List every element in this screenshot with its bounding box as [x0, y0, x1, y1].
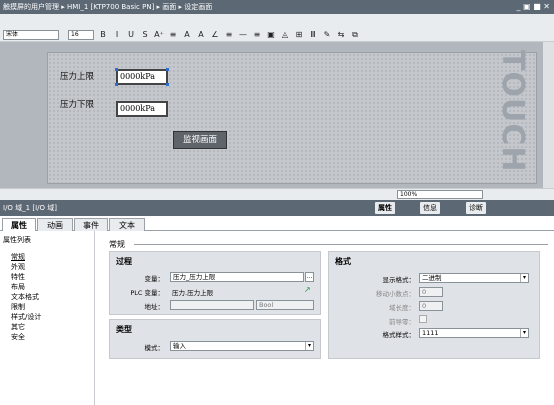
- sidebar-item-security[interactable]: 安全: [11, 332, 25, 342]
- tab-properties[interactable]: 属性: [2, 218, 36, 231]
- property-list-header: 属性列表: [3, 236, 31, 244]
- property-list-sidebar: 属性列表 常规 外观 特性 布局 文本格式 限制 样式/设计 其它 安全: [0, 231, 95, 405]
- toolbar-button[interactable]: U: [126, 29, 136, 41]
- toolbar-button[interactable]: ≡: [224, 29, 234, 41]
- toolbar-strip: [0, 14, 554, 28]
- mode-label: 模式：: [144, 344, 165, 352]
- decimals-label: 移动小数点：: [376, 290, 415, 298]
- title-bar: 触摸屏的用户管理 ▸ HMI_1 [KTP700 Basic PN] ▸ 画面 …: [0, 0, 554, 14]
- variable-label: 变量：: [144, 275, 165, 283]
- chevron-down-icon[interactable]: ▾: [520, 274, 528, 282]
- address-field: [170, 300, 254, 310]
- chevron-down-icon[interactable]: ▾: [520, 329, 528, 337]
- chevron-down-icon[interactable]: ▾: [305, 342, 313, 350]
- section-divider: [134, 244, 548, 245]
- decimals-field: 0: [419, 287, 443, 297]
- toolbar-button[interactable]: ⊞: [294, 29, 304, 41]
- display-format-select[interactable]: 二进制 ▾: [419, 273, 529, 283]
- toolbar-button[interactable]: ✎: [322, 29, 332, 41]
- length-field: 0: [419, 301, 443, 311]
- zoom-select[interactable]: 100%: [397, 190, 483, 199]
- selection-handle[interactable]: [115, 68, 118, 71]
- toolbar-button[interactable]: ∠: [210, 29, 220, 41]
- toolbar-button[interactable]: B: [98, 29, 108, 41]
- toolbar-button[interactable]: ⇆: [336, 29, 346, 41]
- toolbar-button[interactable]: ≡: [252, 29, 262, 41]
- mode-value: 输入: [173, 342, 186, 350]
- tab-animation[interactable]: 动画: [37, 218, 73, 231]
- sidebar-item-text-format[interactable]: 文本格式: [11, 292, 39, 302]
- plc-variable-label: PLC 变量：: [130, 289, 164, 297]
- section-title: 常规: [109, 240, 125, 249]
- sidebar-item-layout[interactable]: 布局: [11, 282, 25, 292]
- type-group: [109, 319, 321, 359]
- format-pattern-label: 格式样式：: [382, 331, 416, 339]
- format-toolbar: 宋体 16 B I U S A⁺ ≡ A A ∠ ≡ — ≡ ▣ ◬ ⊞ Ⅲ ✎ ⇆ ⧉: [0, 28, 554, 42]
- io-field-lower-value: 0000kPa: [120, 104, 155, 113]
- selection-handle[interactable]: [166, 83, 169, 86]
- sidebar-item-styles[interactable]: 样式/设计: [11, 312, 41, 322]
- toolbar-button[interactable]: A⁺: [154, 29, 164, 41]
- format-title: 格式: [335, 257, 351, 266]
- toolbar-button[interactable]: A: [182, 29, 192, 41]
- selection-handle[interactable]: [115, 83, 118, 86]
- io-field-upper-value: 0000kPa: [120, 72, 155, 81]
- mode-select[interactable]: 输入 ▾: [170, 341, 314, 351]
- touch-watermark: TOUCH: [495, 50, 530, 173]
- leading-zeros-checkbox: [419, 315, 427, 323]
- tab-texts[interactable]: 文本: [109, 218, 145, 231]
- window-controls[interactable]: _ ▣ ■ ✕: [517, 0, 550, 14]
- variable-value: 压力_压力上限: [173, 273, 216, 281]
- toolbar-button[interactable]: ▣: [266, 29, 276, 41]
- font-size-select[interactable]: 16: [68, 30, 94, 40]
- toolbar-button[interactable]: S: [140, 29, 150, 41]
- display-format-value: 二进制: [422, 274, 442, 282]
- toolbar-button[interactable]: —: [238, 29, 248, 41]
- property-content: 常规 过程 变量： 压力_压力上限 … PLC 变量： 压力.压力上限 ↗ 地址…: [100, 231, 554, 405]
- tab-events[interactable]: 事件: [74, 218, 108, 231]
- font-name-select[interactable]: 宋体: [3, 30, 59, 40]
- breadcrumb: 触摸屏的用户管理 ▸ HMI_1 [KTP700 Basic PN] ▸ 画面 …: [3, 3, 213, 11]
- sidebar-item-appearance[interactable]: 外观: [11, 262, 25, 272]
- length-label: 域长度：: [389, 304, 415, 312]
- goto-arrow-icon[interactable]: ↗: [304, 285, 311, 294]
- sidebar-item-limits[interactable]: 限制: [11, 302, 25, 312]
- toolbar-button[interactable]: ⧉: [350, 29, 360, 41]
- format-pattern-value: 1111: [422, 329, 439, 337]
- toolbar-button[interactable]: I: [112, 29, 122, 41]
- process-title: 过程: [116, 257, 132, 266]
- variable-browse-button[interactable]: …: [305, 272, 314, 282]
- data-type-field: Bool: [256, 300, 314, 310]
- toolbar-button[interactable]: ◬: [280, 29, 290, 41]
- variable-field[interactable]: 压力_压力上限: [170, 272, 304, 282]
- address-label: 地址：: [144, 303, 165, 311]
- label-pressure-lower: 压力下限: [60, 100, 95, 110]
- vertical-scrollbar[interactable]: [543, 42, 554, 188]
- display-format-label: 显示格式：: [382, 276, 416, 284]
- toolbar-button[interactable]: ≡: [168, 29, 178, 41]
- label-pressure-upper: 压力上限: [60, 72, 95, 82]
- type-title: 类型: [116, 325, 132, 334]
- plc-variable-value: 压力.压力上限: [172, 289, 214, 297]
- toolbar-button[interactable]: Ⅲ: [308, 29, 318, 41]
- inspector-tab-properties[interactable]: 属性: [375, 202, 395, 214]
- sidebar-item-other[interactable]: 其它: [11, 322, 25, 332]
- inspector-tab-info[interactable]: 信息: [420, 202, 440, 214]
- sidebar-item-characteristics[interactable]: 特性: [11, 272, 25, 282]
- io-field-lower[interactable]: 0000kPa: [116, 101, 168, 117]
- format-pattern-select[interactable]: 1111 ▾: [419, 328, 529, 338]
- selection-handle[interactable]: [166, 68, 169, 71]
- inspector-title-text: I/O 域_1 [I/O 域]: [3, 204, 57, 212]
- sidebar-item-general[interactable]: 常规: [11, 252, 25, 262]
- toolbar-button[interactable]: A: [196, 29, 206, 41]
- monitor-screen-button[interactable]: 监视画面: [173, 131, 227, 149]
- io-field-upper[interactable]: 0000kPa: [115, 68, 169, 86]
- inspector-tab-diagnostics[interactable]: 诊断: [466, 202, 486, 214]
- leading-zeros-label: 前导零：: [389, 318, 415, 326]
